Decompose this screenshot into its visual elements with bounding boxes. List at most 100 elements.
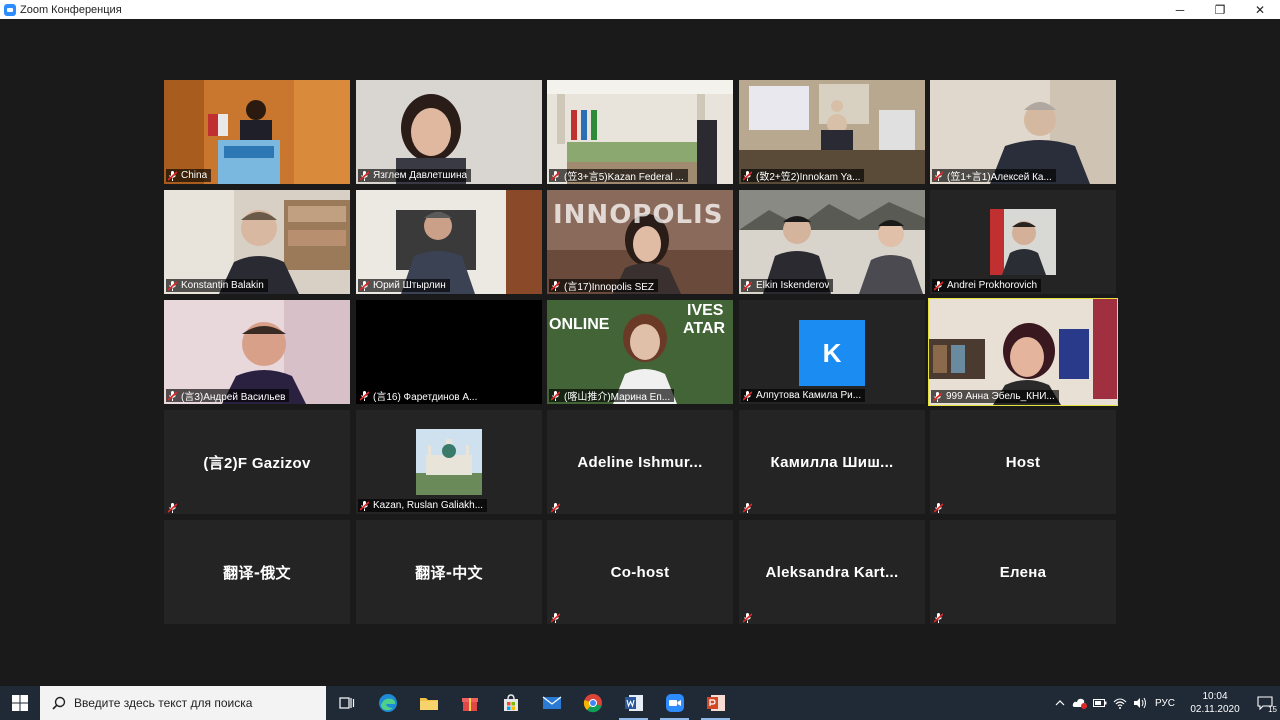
mic-muted-icon bbox=[551, 280, 560, 291]
participant-nameplate: (言16) Фаретдинов А... bbox=[358, 389, 482, 403]
video-tile[interactable]: (言16) Фаретдинов А... bbox=[356, 300, 542, 404]
file-explorer-app[interactable] bbox=[408, 686, 449, 720]
maximize-button[interactable]: ❐ bbox=[1200, 0, 1240, 19]
video-tile[interactable]: (笠3+言5)Kazan Federal ... bbox=[547, 80, 733, 184]
video-tile[interactable]: Andrei Prokhorovich bbox=[930, 190, 1116, 294]
participant-name: Konstantin Balakin bbox=[181, 280, 264, 291]
zoom-icon bbox=[665, 694, 684, 712]
battery-button[interactable] bbox=[1090, 686, 1110, 720]
mic-muted-icon bbox=[551, 170, 560, 181]
video-tile[interactable]: ONLINE IVES ATAR (喀山推介)Марина Еп... bbox=[547, 300, 733, 404]
video-tile[interactable]: (言3)Андрей Васильев bbox=[164, 300, 350, 404]
name-tile[interactable]: Co-host bbox=[547, 520, 733, 624]
participant-nameplate: (笠3+言5)Kazan Federal ... bbox=[549, 169, 688, 183]
speaker-icon bbox=[1134, 697, 1146, 709]
video-tile[interactable]: Юрий Штырлин bbox=[356, 190, 542, 294]
participant-name: (笠1+言1)Алексей Ка... bbox=[947, 172, 1052, 183]
window-controls: ─ ❐ ✕ bbox=[1160, 0, 1280, 19]
system-tray: РУС 10:04 02.11.2020 15 bbox=[1050, 686, 1280, 720]
mic-muted-icon bbox=[168, 280, 177, 291]
mic-muted-icon bbox=[933, 500, 944, 513]
participant-name: Юрий Штырлин bbox=[373, 280, 446, 291]
windows-taskbar: Введите здесь текст для поиска РУС 10:04 bbox=[0, 686, 1280, 720]
participant-name: Kazan, Ruslan Galiakh... bbox=[373, 500, 484, 511]
task-view-button[interactable] bbox=[326, 686, 367, 720]
mail-app[interactable] bbox=[531, 686, 572, 720]
store-app[interactable] bbox=[490, 686, 531, 720]
wifi-icon bbox=[1113, 698, 1127, 709]
video-tile[interactable]: (笠1+言1)Алексей Ка... bbox=[930, 80, 1116, 184]
participant-nameplate: Kazan, Ruslan Galiakh... bbox=[358, 499, 488, 512]
active-speaker-tile[interactable]: 999 Анна Эбель_КНИ... bbox=[928, 298, 1118, 406]
name-tile[interactable]: (言2)F Gazizov bbox=[164, 410, 350, 514]
notifications-button[interactable]: 15 bbox=[1250, 686, 1280, 720]
participant-photo bbox=[416, 429, 482, 495]
taskbar-search-box[interactable]: Введите здесь текст для поиска bbox=[40, 686, 326, 720]
name-tile[interactable]: Aleksandra Kart... bbox=[739, 520, 925, 624]
avatar: K bbox=[799, 320, 865, 386]
participant-name: Co-host bbox=[610, 563, 670, 581]
edge-app[interactable] bbox=[367, 686, 408, 720]
video-tile[interactable]: K Алпутова Камила Ри... bbox=[739, 300, 925, 404]
name-tile[interactable]: 翻译-中文 bbox=[356, 520, 542, 624]
mic-muted-icon bbox=[551, 390, 560, 401]
participant-name: (言17)Innopolis SEZ bbox=[564, 282, 655, 293]
participant-name: (言2)F Gazizov bbox=[203, 454, 311, 472]
minimize-button[interactable]: ─ bbox=[1160, 0, 1200, 19]
video-tile[interactable]: Язглем Давлетшина bbox=[356, 80, 542, 184]
name-tile[interactable]: 翻译-俄文 bbox=[164, 520, 350, 624]
mic-muted-icon bbox=[168, 170, 177, 181]
clock-date: 02.11.2020 bbox=[1190, 704, 1240, 715]
video-tile[interactable]: Kazan, Ruslan Galiakh... bbox=[356, 410, 542, 514]
mic-muted-icon bbox=[360, 280, 369, 291]
participant-name: (言16) Фаретдинов А... bbox=[373, 392, 478, 403]
participant-nameplate: (笠1+言1)Алексей Ка... bbox=[932, 169, 1056, 183]
participant-nameplate: (言3)Андрей Васильев bbox=[166, 389, 290, 403]
participant-name: 翻译-俄文 bbox=[223, 563, 291, 582]
video-tile[interactable]: Elkin Iskenderov bbox=[739, 190, 925, 294]
participant-nameplate: Konstantin Balakin bbox=[166, 279, 268, 292]
video-tile[interactable]: INNOPOLIS (言17)Innopolis SEZ bbox=[547, 190, 733, 294]
participant-name: 999 Анна Эбель_КНИ... bbox=[946, 391, 1055, 402]
input-language[interactable]: РУС bbox=[1150, 698, 1180, 709]
chevron-up-icon bbox=[1055, 700, 1065, 706]
network-button[interactable] bbox=[1110, 686, 1130, 720]
participant-nameplate: (言17)Innopolis SEZ bbox=[549, 279, 659, 293]
participant-name: China bbox=[181, 170, 208, 181]
mic-muted-icon bbox=[168, 390, 177, 401]
participant-name: Host bbox=[1005, 453, 1041, 471]
participant-name: Алпутова Камила Ри... bbox=[756, 390, 862, 401]
close-button[interactable]: ✕ bbox=[1240, 0, 1280, 19]
participant-name: Aleksandra Kart... bbox=[765, 563, 899, 581]
word-app[interactable] bbox=[613, 686, 654, 720]
participant-nameplate: Юрий Штырлин bbox=[358, 279, 450, 292]
volume-button[interactable] bbox=[1130, 686, 1150, 720]
store-icon bbox=[503, 694, 518, 711]
name-tile[interactable]: Елена bbox=[930, 520, 1116, 624]
video-backdrop-text: INNOPOLIS bbox=[553, 200, 724, 230]
participant-nameplate: Elkin Iskenderov bbox=[741, 279, 834, 292]
name-tile[interactable]: Adeline Ishmur... bbox=[547, 410, 733, 514]
powerpoint-app[interactable] bbox=[695, 686, 736, 720]
participant-name: Elkin Iskenderov bbox=[756, 280, 830, 291]
participant-name: Andrei Prokhorovich bbox=[947, 280, 1038, 291]
search-placeholder: Введите здесь текст для поиска bbox=[74, 696, 253, 710]
cloud-status-button[interactable] bbox=[1070, 686, 1090, 720]
video-tile[interactable]: China bbox=[164, 80, 350, 184]
show-hidden-icons-button[interactable] bbox=[1050, 686, 1070, 720]
clock[interactable]: 10:04 02.11.2020 bbox=[1180, 690, 1250, 716]
notification-count: 15 bbox=[1268, 705, 1277, 714]
video-tile[interactable]: (致2+笠2)Innokam Ya... bbox=[739, 80, 925, 184]
windows-logo-icon bbox=[12, 695, 28, 711]
participant-name: (笠3+言5)Kazan Federal ... bbox=[564, 172, 684, 183]
chrome-app[interactable] bbox=[572, 686, 613, 720]
video-tile[interactable]: Konstantin Balakin bbox=[164, 190, 350, 294]
start-button[interactable] bbox=[0, 686, 40, 720]
gift-app[interactable] bbox=[449, 686, 490, 720]
search-icon bbox=[52, 696, 66, 710]
zoom-app[interactable] bbox=[654, 686, 695, 720]
participant-nameplate: (致2+笠2)Innokam Ya... bbox=[741, 169, 865, 183]
name-tile[interactable]: Камилла Шиш... bbox=[739, 410, 925, 514]
name-tile[interactable]: Host bbox=[930, 410, 1116, 514]
participant-name: (喀山推介)Марина Еп... bbox=[564, 392, 671, 403]
